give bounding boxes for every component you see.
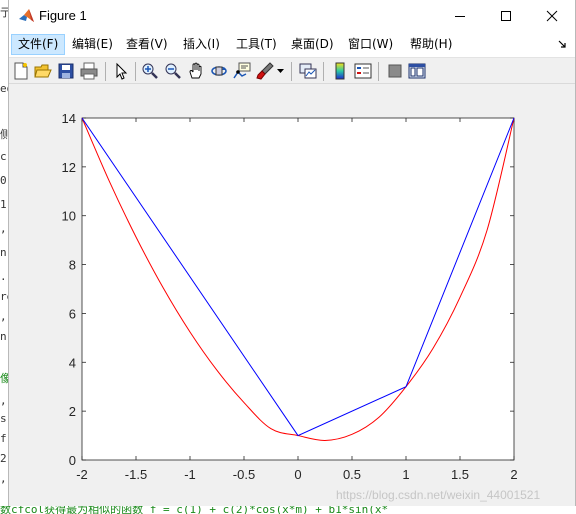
y-tick-label: 0 (69, 453, 76, 468)
x-tick-label: -2 (76, 467, 88, 482)
plot-canvas: -2 -1.5 -1 -0.5 0 0.5 1 1.5 2 0 2 4 6 8 10 12 14 (62, 111, 518, 482)
y-tick-label: 14 (62, 111, 76, 126)
y-tick-label: 6 (69, 306, 76, 321)
x-tick-labels: -2 -1.5 -1 -0.5 0 0.5 1 1.5 2 (76, 467, 517, 482)
y-tick-label: 12 (62, 160, 76, 175)
x-tick-label: 0 (294, 467, 301, 482)
y-tick-labels: 0 2 4 6 8 10 12 14 (62, 111, 76, 468)
x-tick-label: -1.5 (125, 467, 147, 482)
x-tick-label: -1 (184, 467, 196, 482)
x-tick-label: 1.5 (451, 467, 469, 482)
watermark-text: https://blog.csdn.net/weixin_44001521 (336, 488, 541, 502)
y-tick-label: 8 (69, 258, 76, 273)
y-tick-label: 4 (69, 355, 76, 370)
x-tick-label: -0.5 (233, 467, 255, 482)
y-tick-label: 10 (62, 209, 76, 224)
x-tick-label: 0.5 (343, 467, 361, 482)
axes-area[interactable] (81, 117, 515, 461)
y-tick-label: 2 (69, 404, 76, 419)
background-command-text: 数cfcol获得最为相似的函数 f = c(1) + c(2)*cos(x*m)… (0, 506, 576, 514)
x-tick-label: 2 (510, 467, 517, 482)
x-tick-label: 1 (402, 467, 409, 482)
